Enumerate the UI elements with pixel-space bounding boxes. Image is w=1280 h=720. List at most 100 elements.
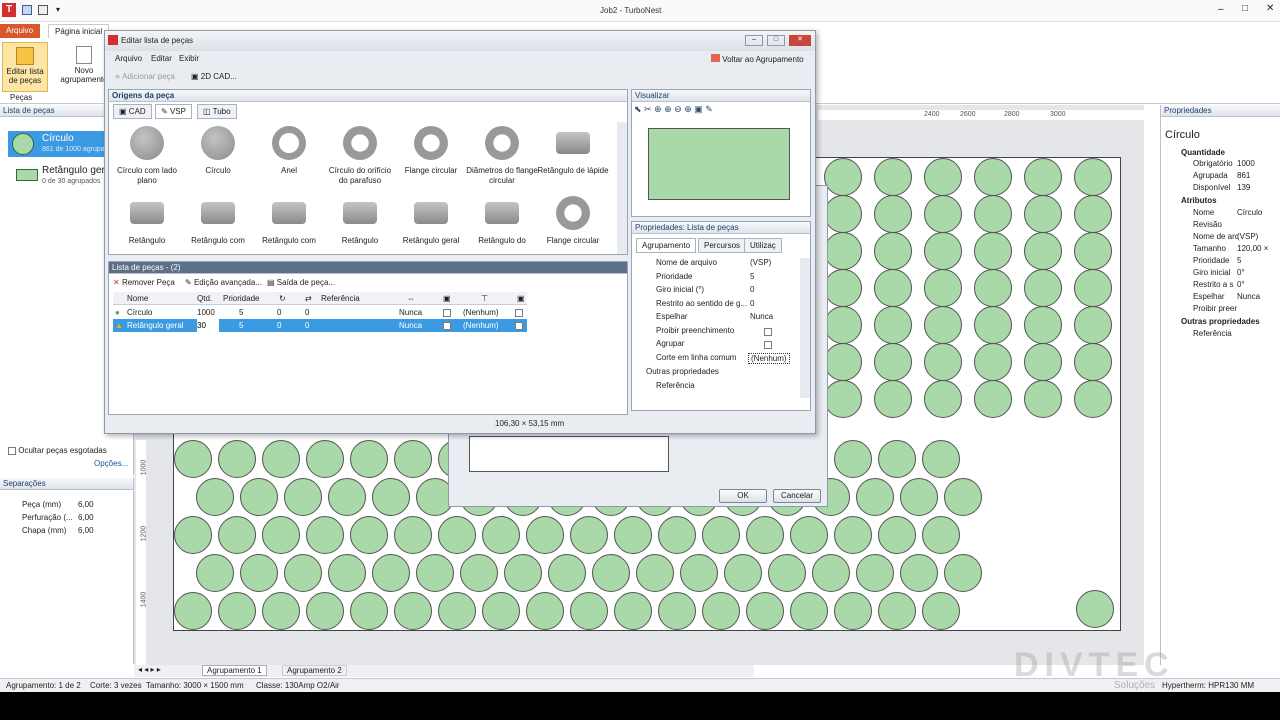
nested-circle-part[interactable] — [240, 554, 278, 592]
nested-circle-part[interactable] — [856, 478, 894, 516]
nested-circle-part[interactable] — [438, 592, 476, 630]
nested-circle-part[interactable] — [240, 478, 278, 516]
nested-circle-part[interactable] — [570, 516, 608, 554]
nested-circle-part[interactable] — [482, 592, 520, 630]
tab-tube[interactable]: ◫ Tubo — [197, 104, 237, 119]
nested-circle-part[interactable] — [924, 343, 962, 381]
nested-circle-part[interactable] — [1074, 380, 1112, 418]
nested-circle-part[interactable] — [1024, 269, 1062, 307]
shape-thumb-icon[interactable] — [343, 126, 377, 160]
nested-circle-part[interactable] — [922, 440, 960, 478]
nested-circle-part[interactable] — [824, 158, 862, 196]
tab-nest-1[interactable]: Agrupamento 1 — [202, 665, 267, 676]
nested-circle-part[interactable] — [1024, 343, 1062, 381]
nested-circle-part[interactable] — [174, 440, 212, 478]
home-tab[interactable]: Página inicial — [48, 24, 110, 38]
new-nest-button[interactable]: Novo agrupamento — [58, 42, 110, 92]
property-row[interactable]: Proibir preenchimento — [656, 326, 772, 339]
nested-circle-part[interactable] — [746, 592, 784, 630]
minimize-icon[interactable]: – — [1218, 4, 1224, 15]
nested-circle-part[interactable] — [724, 554, 762, 592]
nested-circle-part[interactable] — [874, 158, 912, 196]
print-icon[interactable] — [38, 5, 48, 15]
nested-circle-part[interactable] — [974, 195, 1012, 233]
property-row[interactable]: Disponível 139 — [1193, 183, 1250, 196]
nested-circle-part[interactable] — [1076, 590, 1114, 628]
nested-circle-part[interactable] — [974, 306, 1012, 344]
nested-circle-part[interactable] — [1024, 306, 1062, 344]
nested-circle-part[interactable] — [1074, 343, 1112, 381]
nested-circle-part[interactable] — [1074, 269, 1112, 307]
nested-circle-part[interactable] — [856, 554, 894, 592]
nested-circle-part[interactable] — [438, 516, 476, 554]
fill-checkbox[interactable] — [443, 308, 451, 317]
common-cut-checkbox[interactable] — [515, 308, 523, 317]
nested-circle-part[interactable] — [570, 592, 608, 630]
checkbox[interactable] — [764, 327, 772, 336]
nested-circle-part[interactable] — [874, 306, 912, 344]
save-icon[interactable] — [22, 5, 32, 15]
nested-circle-part[interactable] — [812, 554, 850, 592]
nested-circle-part[interactable] — [328, 478, 366, 516]
back-to-nest-button[interactable]: Voltar ao Agrupamento — [711, 54, 804, 64]
tab-nest-2[interactable]: Agrupamento 2 — [282, 665, 347, 676]
minimize-icon[interactable]: – — [745, 35, 763, 46]
property-row[interactable]: Referência — [1193, 329, 1232, 342]
add-part-button[interactable]: ⟡ Adicionar peça — [115, 72, 175, 82]
sep-row[interactable]: Chapa (mm) 6,00 — [22, 526, 94, 539]
nested-circle-part[interactable] — [174, 592, 212, 630]
part-output-button[interactable]: ▤ Saída de peça... — [267, 278, 335, 287]
rotate-icon[interactable]: ↻ — [279, 292, 286, 305]
nested-circle-part[interactable] — [1074, 195, 1112, 233]
nested-circle-part[interactable] — [394, 440, 432, 478]
nested-circle-part[interactable] — [768, 554, 806, 592]
nested-circle-part[interactable] — [504, 554, 542, 592]
tab-usage[interactable]: Utilizaç — [744, 238, 782, 253]
nested-circle-part[interactable] — [924, 195, 962, 233]
shape-thumb-icon[interactable] — [485, 126, 519, 160]
tab-paths[interactable]: Percursos — [698, 238, 747, 253]
shape-thumb-icon[interactable] — [130, 126, 164, 160]
nested-circle-part[interactable] — [416, 554, 454, 592]
property-row[interactable]: Nome de arquivo (VSP) — [656, 258, 771, 271]
property-row[interactable]: Espelhar Nunca — [656, 312, 773, 325]
nested-circle-part[interactable] — [306, 516, 344, 554]
checkbox[interactable] — [764, 341, 772, 349]
common-icon[interactable]: ▣ — [517, 292, 525, 305]
nested-circle-part[interactable] — [824, 269, 862, 307]
table-row[interactable]: ● Círculo 1000 5 0 0 Nunca (Nenhum) — [113, 306, 527, 319]
nested-circle-part[interactable] — [262, 516, 300, 554]
nested-circle-part[interactable] — [922, 516, 960, 554]
advanced-edit-button[interactable]: ✎ Edição avançada... — [185, 278, 262, 287]
table-row[interactable]: ▲ Retângulo geral 30 5 0 0 Nunca (Nenhum) — [113, 319, 527, 332]
shape-thumb-icon[interactable] — [414, 126, 448, 160]
nested-circle-part[interactable] — [834, 440, 872, 478]
mirror-icon[interactable]: ⇔ — [407, 292, 415, 305]
nested-circle-part[interactable] — [262, 440, 300, 478]
nested-circle-part[interactable] — [878, 592, 916, 630]
maximize-icon[interactable]: □ — [767, 35, 785, 46]
nested-circle-part[interactable] — [1024, 158, 1062, 196]
nested-circle-part[interactable] — [1074, 232, 1112, 270]
nested-circle-part[interactable] — [1074, 158, 1112, 196]
dropdown-icon[interactable]: ▾ — [56, 5, 60, 14]
shape-thumb-icon[interactable] — [130, 202, 164, 224]
nested-circle-part[interactable] — [526, 516, 564, 554]
nested-circle-part[interactable] — [874, 343, 912, 381]
nested-circle-part[interactable] — [874, 232, 912, 270]
scrollbar[interactable] — [617, 122, 627, 254]
nested-circle-part[interactable] — [922, 592, 960, 630]
nested-circle-part[interactable] — [350, 440, 388, 478]
sep-row[interactable]: Perfuração (... 6,00 — [22, 513, 94, 526]
maximize-icon[interactable]: □ — [1242, 3, 1248, 14]
nested-circle-part[interactable] — [974, 269, 1012, 307]
nested-circle-part[interactable] — [658, 516, 696, 554]
nested-circle-part[interactable] — [306, 440, 344, 478]
property-row[interactable]: Agrupar — [656, 339, 772, 352]
nested-circle-part[interactable] — [924, 269, 962, 307]
nested-circle-part[interactable] — [924, 158, 962, 196]
nested-circle-part[interactable] — [372, 478, 410, 516]
nested-circle-part[interactable] — [824, 232, 862, 270]
nested-circle-part[interactable] — [460, 554, 498, 592]
nested-circle-part[interactable] — [306, 592, 344, 630]
